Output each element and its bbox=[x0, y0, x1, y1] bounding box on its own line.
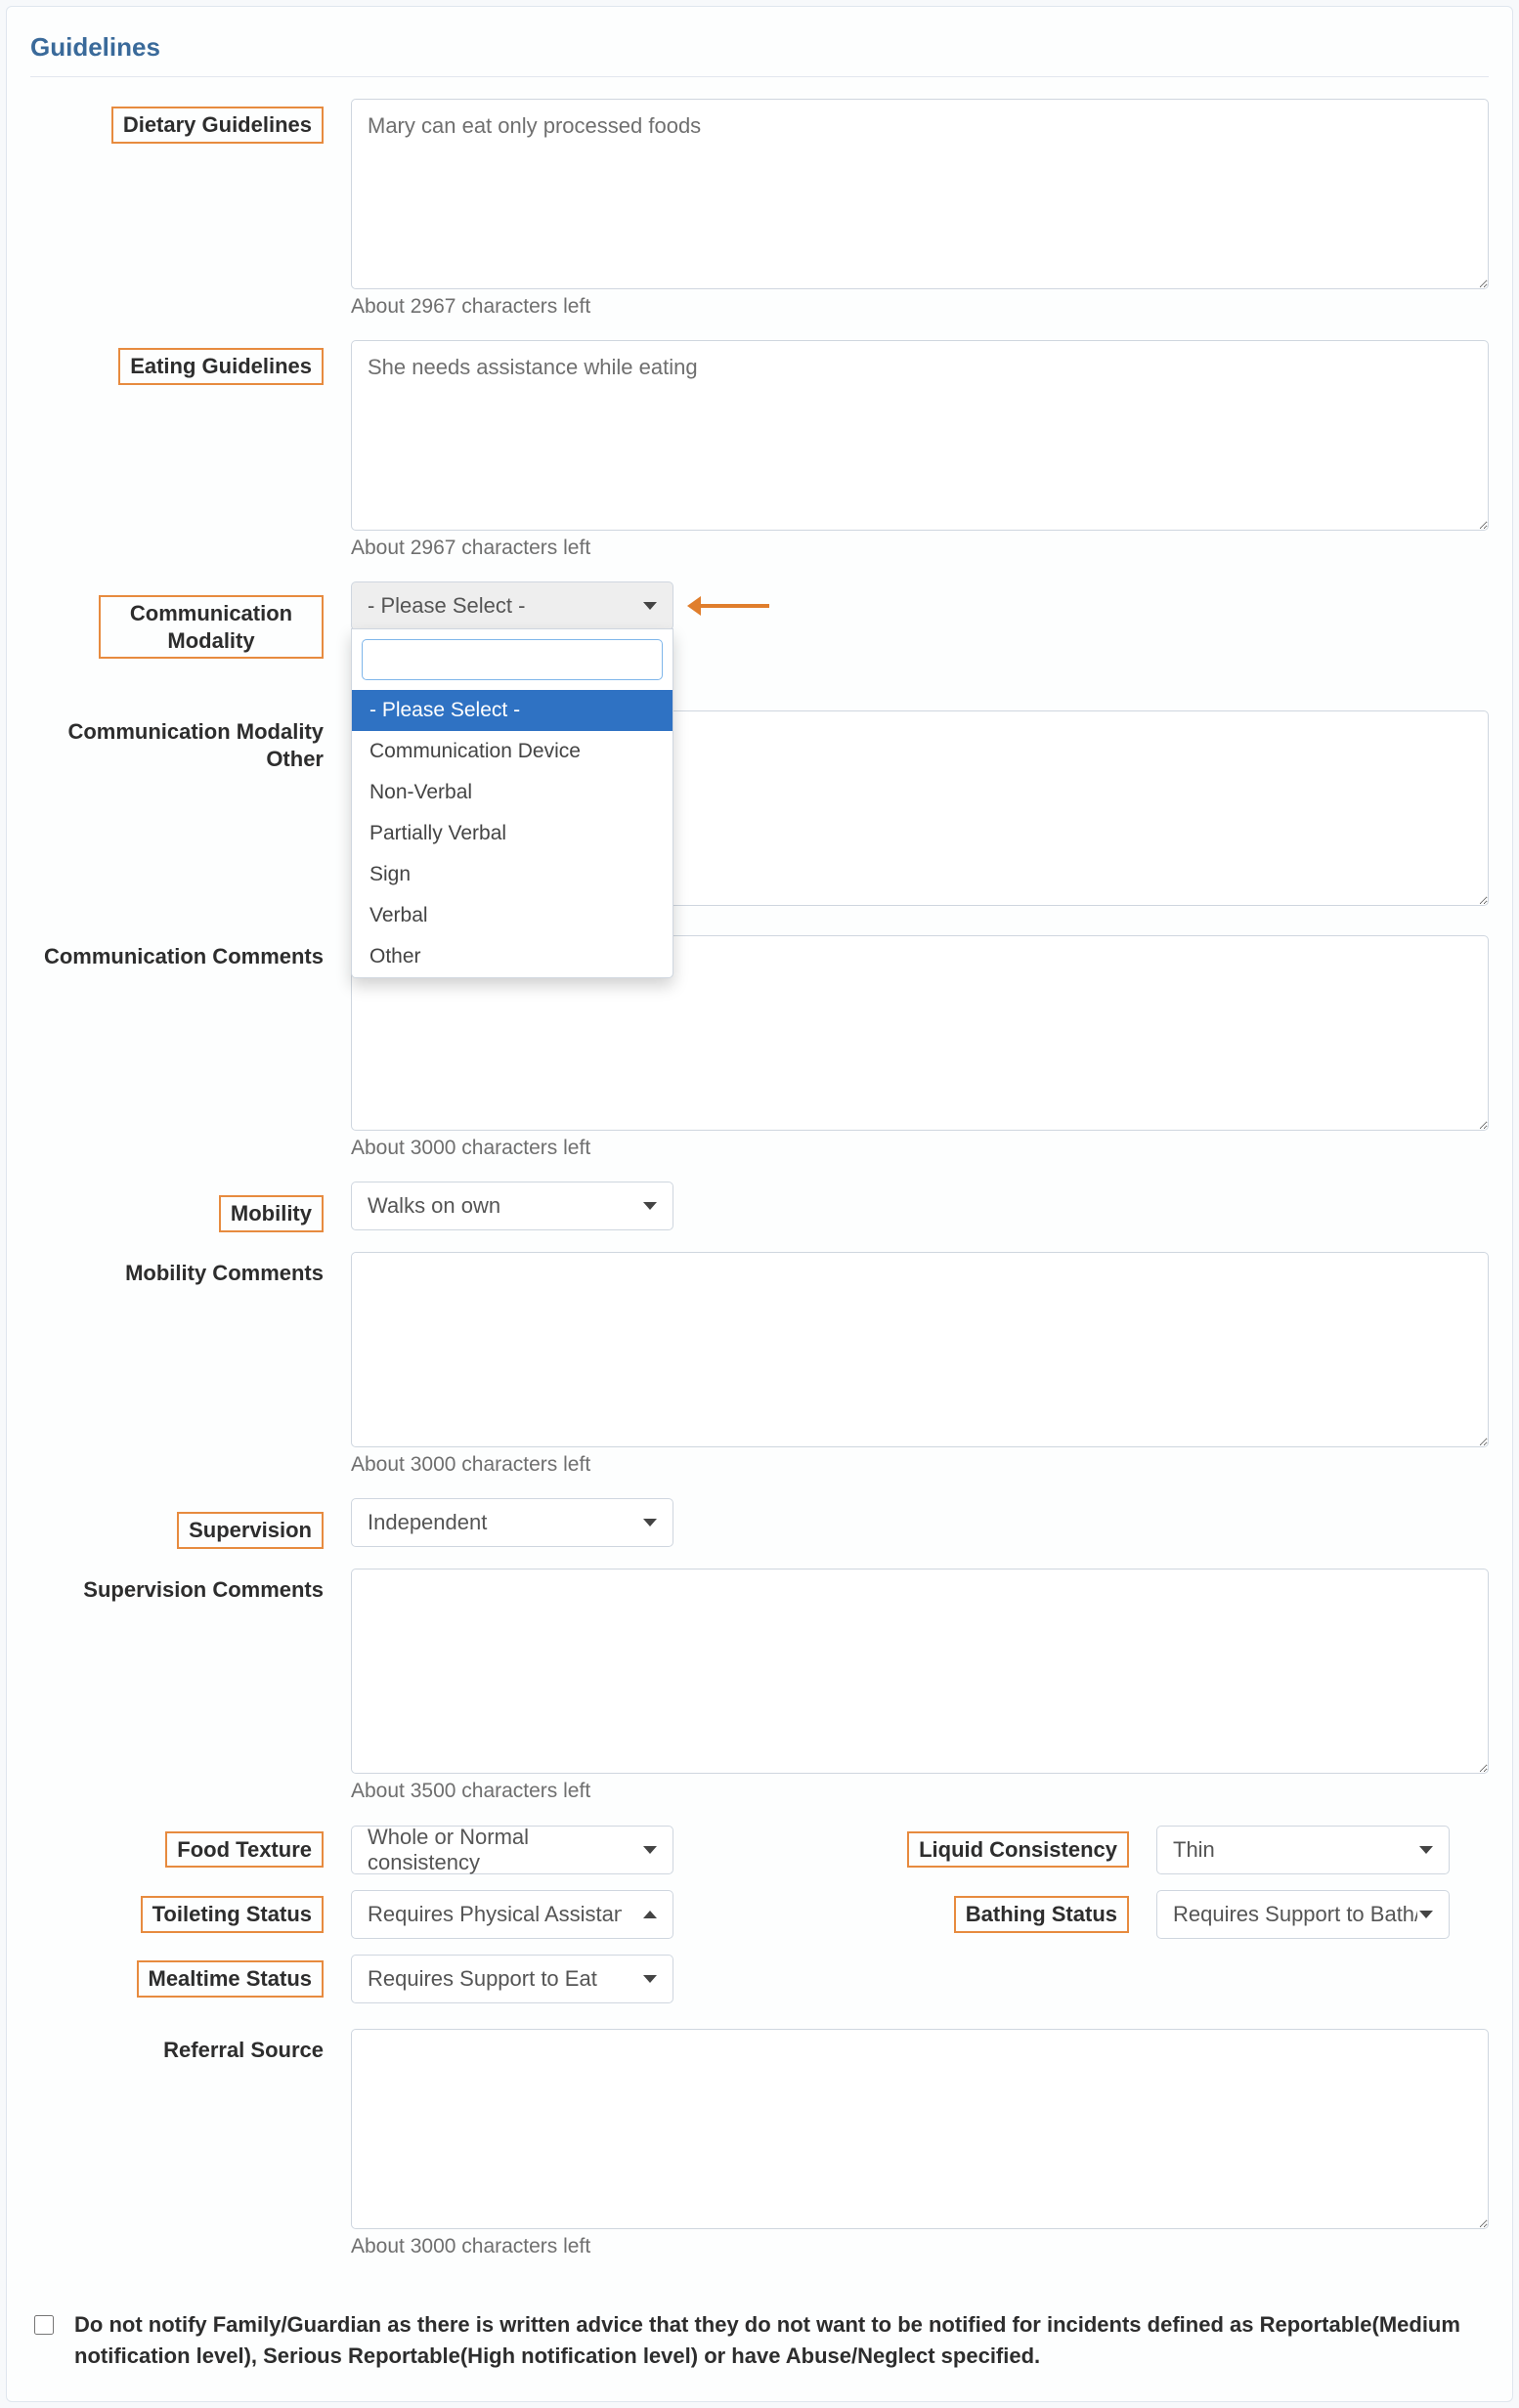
dd-option-non-verbal[interactable]: Non-Verbal bbox=[352, 772, 673, 813]
dd-option-other[interactable]: Other bbox=[352, 936, 673, 977]
bathing-status-select-value: Requires Support to Bath/Shower bbox=[1173, 1902, 1417, 1927]
mobility-select-value: Walks on own bbox=[368, 1193, 500, 1219]
label-comm-modality-other: Communication Modality Other bbox=[30, 718, 324, 772]
bathing-status-select[interactable]: Requires Support to Bath/Shower bbox=[1156, 1890, 1450, 1939]
comm-modality-search-input[interactable] bbox=[362, 639, 663, 680]
eating-guidelines-textarea[interactable] bbox=[351, 340, 1489, 531]
mobility-comments-char-count: About 3000 characters left bbox=[351, 1453, 1489, 1477]
label-eating-guidelines: Eating Guidelines bbox=[118, 348, 324, 385]
toileting-status-select-value: Requires Physical Assistance/Equi bbox=[368, 1902, 622, 1927]
supervision-select-value: Independent bbox=[368, 1510, 487, 1535]
label-mealtime-status: Mealtime Status bbox=[137, 1960, 325, 1998]
label-liquid-consistency: Liquid Consistency bbox=[907, 1831, 1129, 1869]
toileting-status-select[interactable]: Requires Physical Assistance/Equi bbox=[351, 1890, 673, 1939]
dd-option-partially-verbal[interactable]: Partially Verbal bbox=[352, 813, 673, 854]
chevron-down-icon bbox=[643, 602, 657, 610]
label-mobility: Mobility bbox=[219, 1195, 324, 1232]
mealtime-status-select[interactable]: Requires Support to Eat bbox=[351, 1955, 673, 2003]
label-toileting-status: Toileting Status bbox=[141, 1896, 324, 1933]
supervision-comments-char-count: About 3500 characters left bbox=[351, 1780, 1489, 1803]
supervision-comments-textarea[interactable] bbox=[351, 1569, 1489, 1774]
mobility-select[interactable]: Walks on own bbox=[351, 1182, 673, 1230]
eating-char-count: About 2967 characters left bbox=[351, 537, 1489, 560]
section-title: Guidelines bbox=[30, 26, 1489, 76]
do-not-notify-label: Do not notify Family/Guardian as there i… bbox=[74, 2309, 1489, 2372]
comm-modality-select-value: - Please Select - bbox=[368, 593, 525, 619]
dd-option-sign[interactable]: Sign bbox=[352, 854, 673, 895]
chevron-down-icon bbox=[643, 1519, 657, 1526]
liquid-consistency-select-value: Thin bbox=[1173, 1837, 1215, 1863]
mealtime-status-select-value: Requires Support to Eat bbox=[368, 1966, 597, 1992]
liquid-consistency-select[interactable]: Thin bbox=[1156, 1826, 1450, 1874]
chevron-down-icon bbox=[643, 1846, 657, 1854]
guidelines-panel: Guidelines Dietary Guidelines About 2967… bbox=[6, 6, 1513, 2402]
label-bathing-status: Bathing Status bbox=[954, 1896, 1129, 1933]
dietary-guidelines-textarea[interactable] bbox=[351, 99, 1489, 289]
dd-option-please-select[interactable]: - Please Select - bbox=[352, 690, 673, 731]
annotation-arrow bbox=[687, 596, 769, 616]
chevron-down-icon bbox=[1419, 1846, 1433, 1854]
chevron-down-icon bbox=[643, 1202, 657, 1210]
food-texture-select[interactable]: Whole or Normal consistency bbox=[351, 1826, 673, 1874]
referral-char-count: About 3000 characters left bbox=[351, 2235, 1489, 2258]
food-texture-select-value: Whole or Normal consistency bbox=[368, 1825, 643, 1875]
dd-option-verbal[interactable]: Verbal bbox=[352, 895, 673, 936]
chevron-down-icon bbox=[1419, 1911, 1433, 1918]
do-not-notify-checkbox[interactable] bbox=[34, 2315, 54, 2335]
chevron-down-icon bbox=[643, 1975, 657, 1983]
referral-source-textarea[interactable] bbox=[351, 2029, 1489, 2229]
label-comm-modality: Communication Modality bbox=[99, 595, 324, 659]
comm-comments-char-count: About 3000 characters left bbox=[351, 1137, 1489, 1160]
label-supervision-comments: Supervision Comments bbox=[83, 1576, 324, 1604]
dd-option-communication-device[interactable]: Communication Device bbox=[352, 731, 673, 772]
chevron-up-icon bbox=[643, 1911, 657, 1918]
dietary-char-count: About 2967 characters left bbox=[351, 295, 1489, 319]
label-supervision: Supervision bbox=[177, 1512, 324, 1549]
label-referral-source: Referral Source bbox=[163, 2037, 324, 2064]
mobility-comments-textarea[interactable] bbox=[351, 1252, 1489, 1447]
label-comm-comments: Communication Comments bbox=[44, 943, 324, 970]
label-dietary-guidelines: Dietary Guidelines bbox=[111, 107, 324, 144]
divider bbox=[30, 76, 1489, 77]
supervision-select[interactable]: Independent bbox=[351, 1498, 673, 1547]
label-mobility-comments: Mobility Comments bbox=[125, 1260, 324, 1287]
comm-modality-select[interactable]: - Please Select - bbox=[351, 581, 673, 630]
label-food-texture: Food Texture bbox=[165, 1831, 324, 1869]
